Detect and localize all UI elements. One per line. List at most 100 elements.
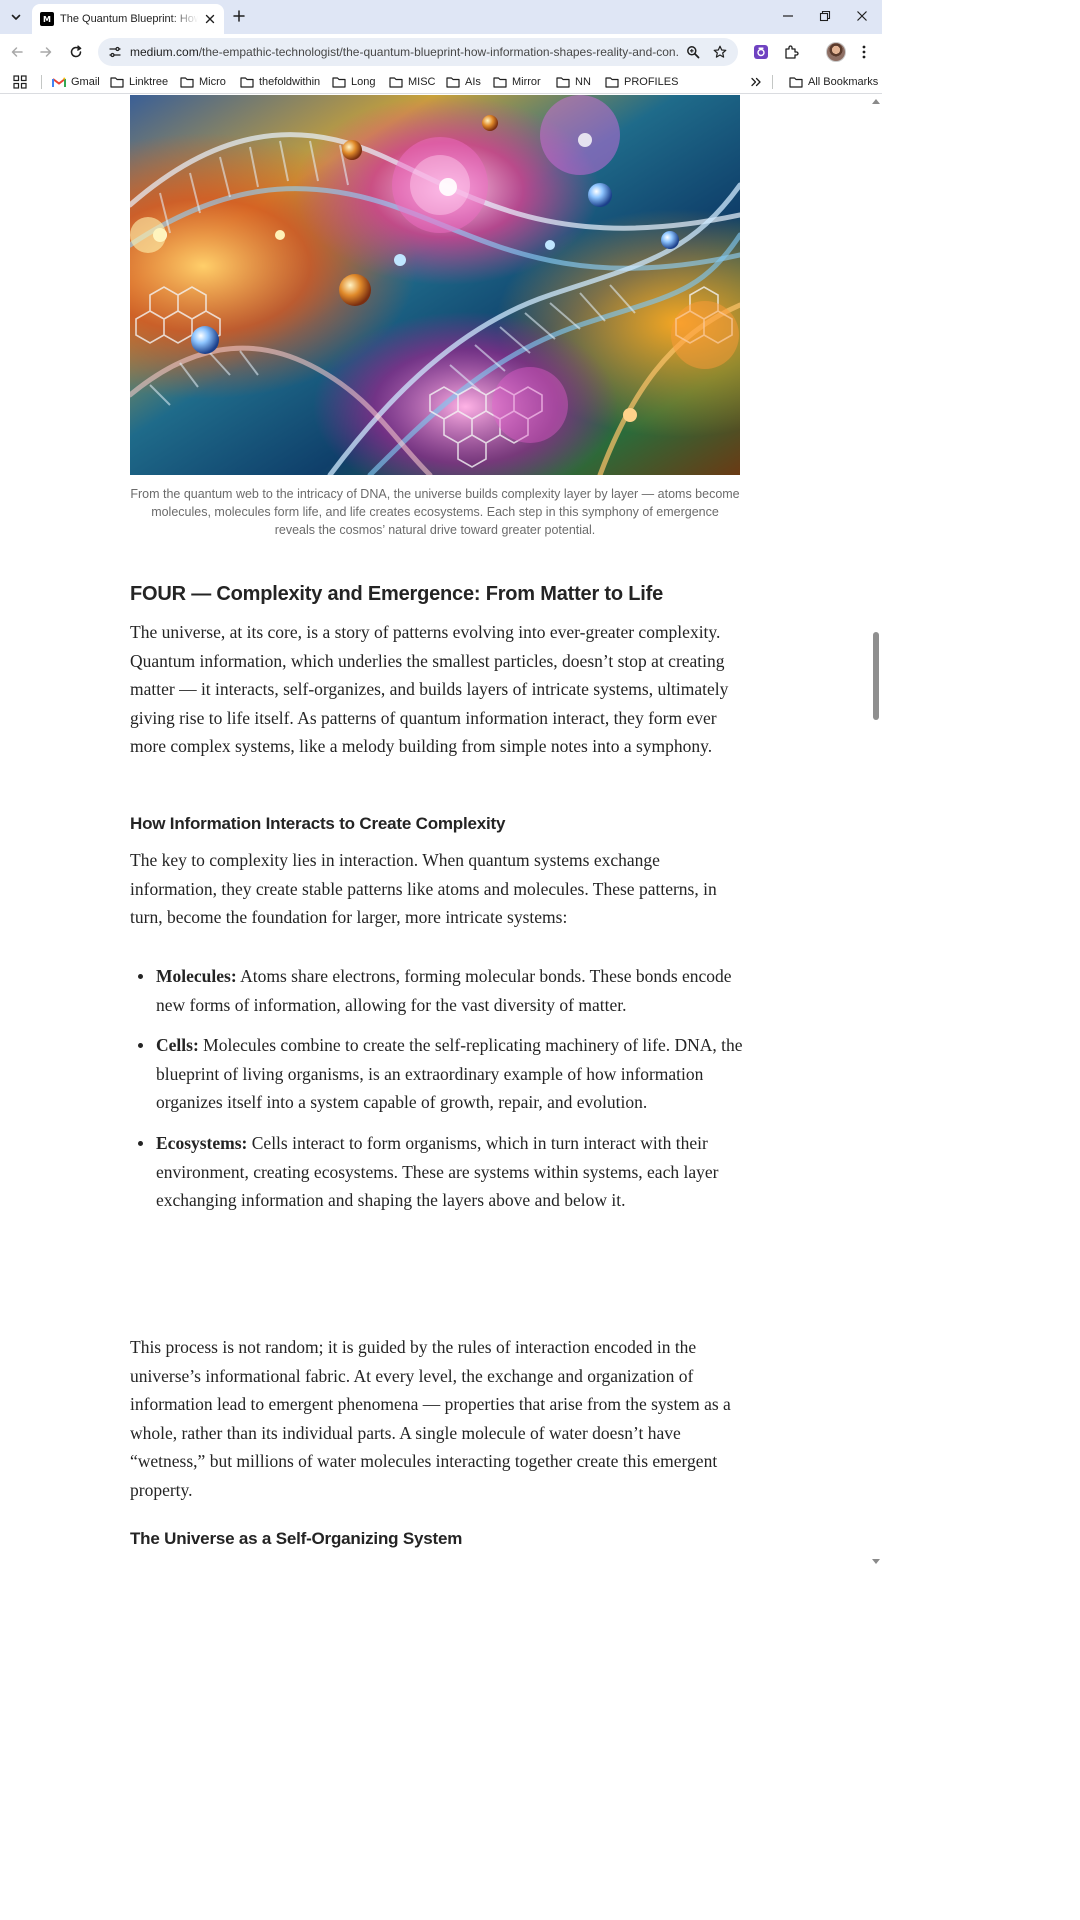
apps-grid-icon: [13, 75, 27, 89]
address-bar[interactable]: medium.com/the-empathic-technologist/the…: [98, 38, 738, 66]
list-item-molecules: Molecules: Atoms share electrons, formin…: [130, 962, 745, 1019]
section-heading: FOUR — Complexity and Emergence: From Ma…: [130, 583, 664, 605]
folder-icon: [389, 77, 403, 88]
scroll-up-arrow-icon[interactable]: [872, 99, 880, 104]
plus-icon: [233, 10, 245, 22]
list-text: Atoms share electrons, forming molecular…: [156, 966, 732, 1015]
extensions-button[interactable]: [780, 41, 802, 63]
folder-icon: [789, 77, 803, 88]
folder-icon: [110, 77, 124, 88]
forward-arrow-icon: [40, 47, 52, 57]
restore-button[interactable]: [812, 6, 838, 26]
bookmark-label: Micro: [199, 76, 226, 88]
new-tab-button[interactable]: [229, 6, 249, 26]
medium-favicon-icon: M: [40, 12, 54, 26]
bookmarks-overflow-button[interactable]: [750, 74, 767, 90]
close-icon: [857, 11, 867, 21]
url-text[interactable]: medium.com/the-empathic-technologist/the…: [130, 45, 678, 59]
all-bookmarks-button[interactable]: All Bookmarks: [789, 74, 878, 90]
paragraph-process-not-random: This process is not random; it is guided…: [130, 1337, 731, 1500]
bookmark-label: MISC: [408, 76, 436, 88]
bookmark-label: NN: [575, 76, 591, 88]
tab-strip: M The Quantum Blueprint: How Information…: [0, 0, 882, 34]
browser-toolbar: medium.com/the-empathic-technologist/the…: [0, 34, 882, 70]
bookmarks-separator: [41, 75, 42, 89]
camera-extension-icon: [754, 45, 768, 59]
bookmark-label: thefoldwithin: [259, 76, 321, 88]
site-info-button[interactable]: [106, 43, 124, 61]
kebab-menu-icon: [862, 45, 866, 59]
back-button[interactable]: [5, 40, 29, 64]
dna-emergence-illustration: [130, 95, 740, 475]
subheading-self-organizing: The Universe as a Self-Organizing System: [130, 1529, 463, 1548]
bookmark-label: Mirror: [512, 76, 541, 88]
screenshot-extension-button[interactable]: [750, 41, 772, 63]
folder-icon: [605, 77, 619, 88]
zoom-icon: [687, 46, 700, 59]
browser-menu-button[interactable]: [853, 41, 875, 63]
bookmark-label: Gmail: [71, 76, 100, 88]
article-hero-image: [130, 95, 740, 475]
gmail-icon: [52, 76, 66, 87]
list-item-cells: Cells: Molecules combine to create the s…: [130, 1031, 745, 1117]
reload-icon: [70, 45, 82, 58]
complexity-list: Molecules: Atoms share electrons, formin…: [130, 962, 745, 1215]
bookmark-folder-linktree[interactable]: Linktree: [110, 74, 168, 90]
tune-icon: [109, 46, 121, 58]
bookmark-folder-thefoldwithin[interactable]: thefoldwithin: [240, 74, 320, 90]
all-bookmarks-label: All Bookmarks: [808, 76, 879, 88]
minimize-button[interactable]: [775, 6, 801, 26]
star-icon: [713, 45, 727, 58]
restore-icon: [819, 10, 831, 22]
subheading-complexity: How Information Interacts to Create Comp…: [130, 814, 506, 833]
bookmarks-separator: [772, 75, 773, 89]
bookmark-label: Linktree: [129, 76, 169, 88]
bookmark-folder-long[interactable]: Long: [332, 74, 375, 90]
close-window-button[interactable]: [849, 6, 875, 26]
intro-paragraph: The universe, at its core, is a story of…: [130, 622, 729, 757]
folder-icon: [180, 77, 194, 88]
folder-icon: [446, 77, 460, 88]
bookmark-folder-profiles[interactable]: PROFILES: [605, 74, 678, 90]
bookmarks-bar: Gmail Linktree Micro thefoldwithin Long …: [0, 70, 882, 94]
bookmark-folder-micro[interactable]: Micro: [180, 74, 226, 90]
scroll-down-arrow-icon[interactable]: [872, 1559, 880, 1564]
bookmark-label: PROFILES: [624, 76, 679, 88]
bookmark-folder-misc[interactable]: MISC: [389, 74, 436, 90]
url-path: /the-empathic-technologist/the-quantum-b…: [198, 45, 678, 59]
list-term: Cells:: [156, 1035, 199, 1056]
reload-button[interactable]: [64, 40, 88, 64]
image-caption: From the quantum web to the intricacy of…: [130, 487, 740, 537]
close-tab-button[interactable]: [202, 11, 218, 27]
paragraph-key-to-complexity: The key to complexity lies in interactio…: [130, 850, 717, 928]
folder-icon: [332, 77, 346, 88]
back-arrow-icon: [11, 47, 23, 57]
tab-search-button[interactable]: [4, 5, 28, 29]
minimize-icon: [783, 15, 793, 17]
zoom-button[interactable]: [684, 43, 702, 61]
article-viewport: From the quantum web to the intricacy of…: [0, 95, 870, 1568]
close-icon: [205, 14, 215, 24]
bookmark-folder-ais[interactable]: AIs: [446, 74, 481, 90]
tab-title: The Quantum Blueprint: How Information S…: [60, 13, 198, 25]
bookmark-label: Long: [351, 76, 376, 88]
bookmark-label: AIs: [465, 76, 481, 88]
profile-avatar[interactable]: [826, 42, 846, 62]
list-term: Molecules:: [156, 966, 237, 986]
bookmark-star-button[interactable]: [711, 43, 729, 61]
list-item-ecosystems: Ecosystems: Cells interact to form organ…: [130, 1129, 745, 1215]
bookmark-folder-nn[interactable]: NN: [556, 74, 591, 90]
bookmark-gmail[interactable]: Gmail: [52, 74, 100, 90]
scrollbar-thumb[interactable]: [873, 632, 879, 720]
chevron-down-icon: [11, 14, 21, 20]
folder-icon: [556, 77, 570, 88]
folder-icon: [240, 77, 254, 88]
page-scrollbar[interactable]: [870, 95, 882, 1568]
forward-button[interactable]: [34, 40, 58, 64]
bookmark-folder-mirror[interactable]: Mirror: [493, 74, 541, 90]
active-tab[interactable]: M The Quantum Blueprint: How Information…: [32, 4, 224, 34]
list-text: Molecules combine to create the self-rep…: [156, 1035, 743, 1113]
double-chevron-right-icon: [751, 77, 761, 87]
url-domain: medium.com: [130, 45, 199, 59]
apps-button[interactable]: [13, 74, 32, 90]
